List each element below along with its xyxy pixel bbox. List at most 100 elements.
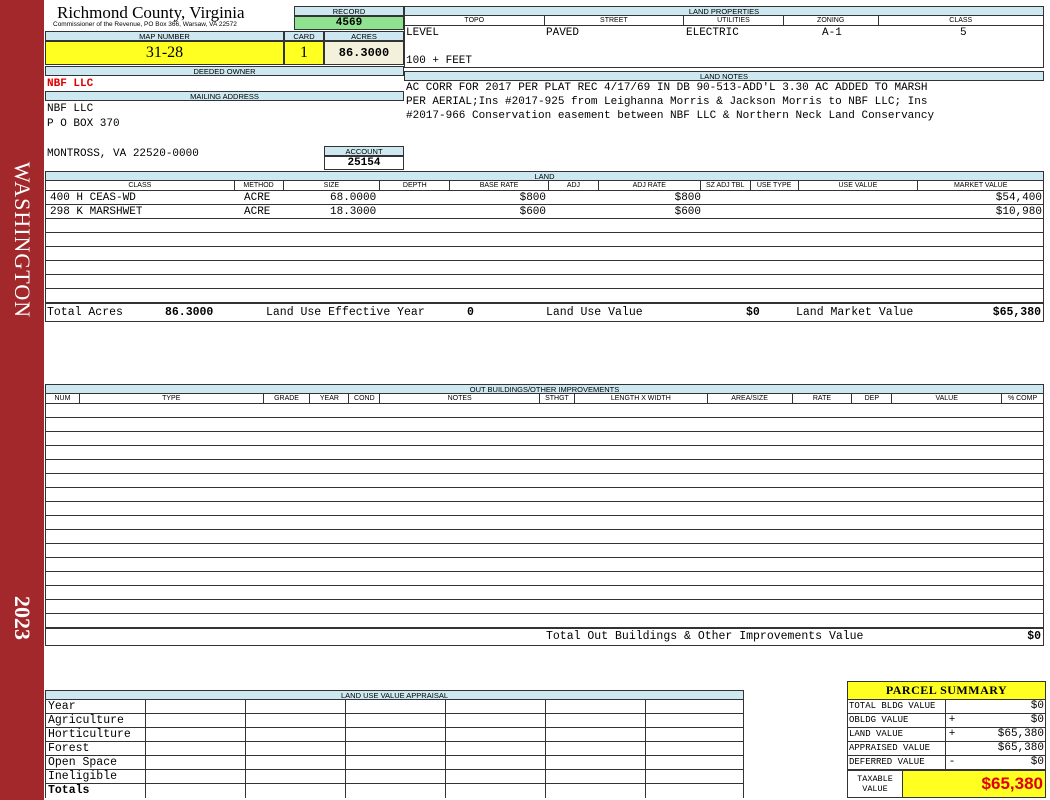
parcel-summary-title: PARCEL SUMMARY (847, 681, 1046, 700)
land-adj-rate: $600 (674, 206, 701, 218)
street-header: STREET (545, 16, 685, 25)
land-use-appraisal-label: LAND USE VALUE APPRAISAL (45, 690, 744, 700)
outbuildings-rows (45, 404, 1044, 628)
ob-length-width-header: LENGTH X WIDTH (575, 394, 708, 403)
ob-year-header: YEAR (310, 394, 350, 403)
land-use-year-value: 0 (467, 306, 474, 319)
mailing-line-1: NBF LLC (47, 103, 94, 115)
land-base-rate: $800 (519, 192, 546, 204)
land-header: CLASS METHOD SIZE DEPTH BASE RATE ADJ AD… (45, 181, 1044, 191)
land-notes-label: LAND NOTES (404, 71, 1044, 81)
land-size: 18.3000 (330, 206, 377, 218)
total-acres-value: 86.3000 (165, 306, 214, 319)
mailing-address-label: MAILING ADDRESS (45, 91, 404, 101)
mailing-line-3: MONTROSS, VA 22520-0000 (47, 148, 199, 160)
land-base-rate: $600 (519, 206, 546, 218)
total-acres-label: Total Acres (47, 306, 123, 319)
luv-row-label: Horticulture (46, 728, 146, 741)
record-number: 4569 (294, 16, 404, 30)
ob-sthgt-header: STHGT (540, 394, 575, 403)
summary-value: $65,380 (997, 742, 1044, 754)
summary-label: LAND VALUE (848, 728, 946, 741)
table-row: OBLDG VALUE + $0 (848, 714, 1045, 728)
ob-notes-header: NOTES (380, 394, 540, 403)
land-notes-line-2: PER AERIAL;Ins #2017-925 from Leighanna … (406, 96, 928, 108)
ob-grade-header: GRADE (264, 394, 311, 403)
land-use-value-header: USE VALUE (799, 181, 919, 190)
land-properties-header: TOPO STREET UTILITIES ZONING CLASS (404, 16, 1044, 26)
land-use-appraisal-table: Year Agriculture Horticulture Forest Ope… (45, 700, 744, 798)
land-size-header: SIZE (284, 181, 381, 190)
table-row: DEFERRED VALUE - $0 (848, 756, 1045, 770)
summary-sign: + (948, 728, 956, 740)
deeded-owner-label: DEEDED OWNER (45, 66, 404, 76)
deeded-owner: NBF LLC (47, 78, 94, 90)
ob-cond-header: COND (349, 394, 381, 403)
land-adj-rate: $800 (674, 192, 701, 204)
total-acres: 86.3000 (324, 41, 404, 65)
summary-value: $0 (1030, 756, 1044, 768)
land-class: 400 H CEAS-WD (50, 192, 136, 204)
table-row: Ineligible (46, 770, 743, 784)
ob-dep-header: DEP (852, 394, 893, 403)
table-row: TOTAL BLDG VALUE $0 (848, 700, 1045, 714)
luv-row-label: Forest (46, 742, 146, 755)
summary-label: TOTAL BLDG VALUE (848, 700, 946, 713)
county-sidebar: WASHINGTON 2023 (0, 0, 44, 800)
summary-value: $0 (1030, 714, 1044, 726)
table-row: 400 H CEAS-WD ACRE 68.0000 $800 $800 $54… (45, 191, 1044, 205)
land-market-value-header: MARKET VALUE (953, 182, 1008, 189)
ob-area-size-header: AREA/SIZE (708, 394, 793, 403)
land-size: 68.0000 (330, 192, 377, 204)
street-value: PAVED (546, 27, 580, 39)
ob-value-header: VALUE (892, 394, 1003, 403)
land-notes-line-3: #2017-966 Conservation easement between … (406, 110, 935, 122)
luv-row-label: Ineligible (46, 770, 146, 783)
frontage-value: 100 + FEET (406, 55, 473, 67)
land-method-header: METHOD (235, 181, 284, 190)
topo-header: TOPO (405, 16, 545, 25)
summary-sign (946, 742, 958, 755)
parcel-summary-table: TOTAL BLDG VALUE $0 OBLDG VALUE + $0 LAN… (847, 700, 1046, 770)
mailing-line-2: P O BOX 370 (47, 118, 120, 130)
land-use-type-header: USE TYPE (751, 181, 799, 190)
land-method: ACRE (244, 192, 271, 204)
land-totals: Total Acres 86.3000 Land Use Effective Y… (45, 303, 1044, 322)
land-use-value-label: Land Use Value (546, 306, 643, 319)
county-header: Richmond County, Virginia Commissioner o… (45, 4, 293, 31)
land-properties-label: LAND PROPERTIES (404, 6, 1044, 16)
zoning-header: ZONING (784, 16, 879, 25)
utilities-value: ELECTRIC (686, 27, 739, 39)
land-method: ACRE (244, 206, 271, 218)
zoning-value: A-1 (822, 27, 842, 39)
county-subtitle: Commissioner of the Revenue, PO Box 366,… (53, 21, 237, 28)
account-number: 25154 (324, 156, 404, 170)
table-row: Forest (46, 742, 743, 756)
account-label: ACCOUNT (324, 146, 404, 156)
summary-value: $65,380 (997, 728, 1044, 740)
table-row: APPRAISED VALUE $65,380 (848, 742, 1045, 756)
land-use-value: $0 (746, 306, 760, 319)
land-market-value-total: $65,380 (992, 306, 1041, 319)
ob-rate-header: RATE (793, 394, 853, 403)
ob-comp-header: % COMP (1007, 395, 1038, 402)
land-use-year-label: Land Use Effective Year (266, 306, 425, 319)
outbuildings-header: NUM TYPE GRADE YEAR COND NOTES STHGT LEN… (45, 394, 1044, 404)
outbuildings-label: OUT BUILDINGS/OTHER IMPROVEMENTS (45, 384, 1044, 394)
land-base-rate-header: BASE RATE (450, 181, 549, 190)
summary-label: DEFERRED VALUE (848, 756, 946, 769)
table-row: LAND VALUE + $65,380 (848, 728, 1045, 742)
land-adj-header: ADJ (549, 181, 599, 190)
luv-row-label: Agriculture (46, 714, 146, 727)
luv-row-label: Year (46, 700, 146, 713)
record-label: RECORD (294, 6, 404, 16)
card-label: CARD (284, 31, 324, 41)
outbuildings-total-label: Total Out Buildings & Other Improvements… (546, 630, 864, 643)
land-class-header: CLASS (46, 181, 235, 190)
summary-label: APPRAISED VALUE (848, 742, 946, 755)
summary-sign: + (948, 714, 956, 726)
outbuildings-total-value: $0 (1027, 630, 1041, 643)
summary-sign: - (948, 756, 956, 768)
table-row: Totals (46, 784, 743, 798)
land-adj-rate-header: ADJ RATE (599, 181, 701, 190)
